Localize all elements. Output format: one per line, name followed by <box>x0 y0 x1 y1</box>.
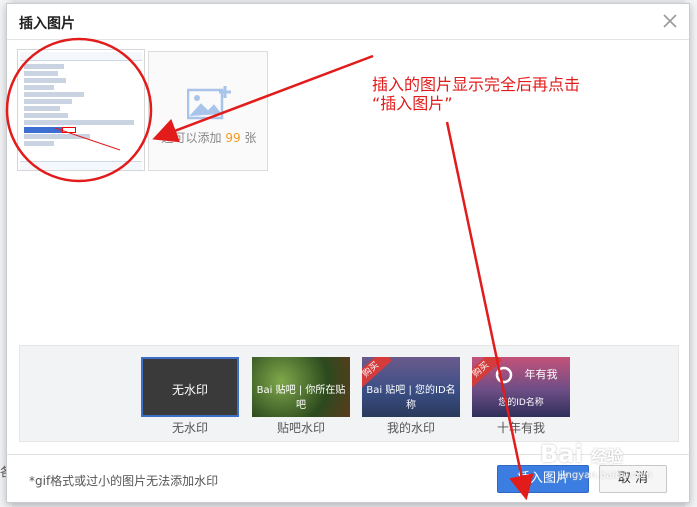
tutorial-annotation: 插入的图片显示完全后再点击 “插入图片” <box>372 75 580 113</box>
watermark-none-tile-text: 无水印 <box>171 383 208 397</box>
add-text-prefix: 还可以添加 <box>161 131 222 145</box>
add-text-suffix: 张 <box>244 131 257 145</box>
baidu-paw-text: 经验 <box>591 447 624 466</box>
add-picture-icon <box>187 86 231 120</box>
watermark-option-ten-years[interactable]: 购买 年有我 您的ID名称 <box>472 357 570 417</box>
baidu-watermark-site: jingyan.baidu.com <box>560 470 653 481</box>
close-icon[interactable] <box>661 12 679 30</box>
watermark-panel: 无水印 无水印 Bai 贴吧 | 你所在贴吧 贴吧水印 购买 Bai 贴吧 | … <box>19 345 679 442</box>
annotation-line-1: 插入的图片显示完全后再点击 <box>372 75 581 94</box>
watermark-option-mine[interactable]: 购买 Bai 贴吧 | 您的ID名称 <box>362 357 460 417</box>
thumbnail-toolbar <box>20 52 142 61</box>
add-image-button[interactable]: 还可以添加 99 张 <box>148 51 268 171</box>
thumbnail-footer <box>20 161 142 170</box>
baidu-brand: Bai <box>540 440 583 468</box>
watermark-label-mine: 我的水印 <box>386 421 435 435</box>
thumbnail-selected-row <box>24 127 62 133</box>
uploaded-image-thumbnail[interactable] <box>17 49 145 171</box>
annotation-line-2: “插入图片” <box>372 94 453 113</box>
dialog-header: 插入图片 <box>7 4 689 40</box>
watermark-ten-tile-subtext: 您的ID名称 <box>498 398 544 408</box>
remaining-count: 99 <box>225 131 241 145</box>
watermark-label-ten-years: 十年有我 <box>496 421 545 435</box>
add-image-text: 还可以添加 99 张 <box>149 129 269 146</box>
watermark-tieba-tile-text: Bai 贴吧 | 你所在贴吧 <box>256 385 346 411</box>
baidu-watermark-logo: Bai 经验 <box>540 440 623 468</box>
gif-watermark-note: *gif格式或过小的图片无法添加水印 <box>29 474 219 488</box>
watermark-label-none: 无水印 <box>171 421 208 435</box>
watermark-mine-tile-text: Bai 贴吧 | 您的ID名称 <box>366 385 456 411</box>
watermark-label-tieba: 贴吧水印 <box>276 421 325 435</box>
watermark-option-tieba[interactable]: Bai 贴吧 | 你所在贴吧 <box>252 357 350 417</box>
insert-image-dialog: 插入图片 还可以添加 99 张 无水印 无水印 Bai 贴吧 | 你所在贴吧 贴… <box>6 3 690 503</box>
dialog-title: 插入图片 <box>19 15 75 31</box>
watermark-ten-tile-text: 年有我 <box>524 368 558 381</box>
watermark-option-none[interactable]: 无水印 <box>141 357 239 417</box>
